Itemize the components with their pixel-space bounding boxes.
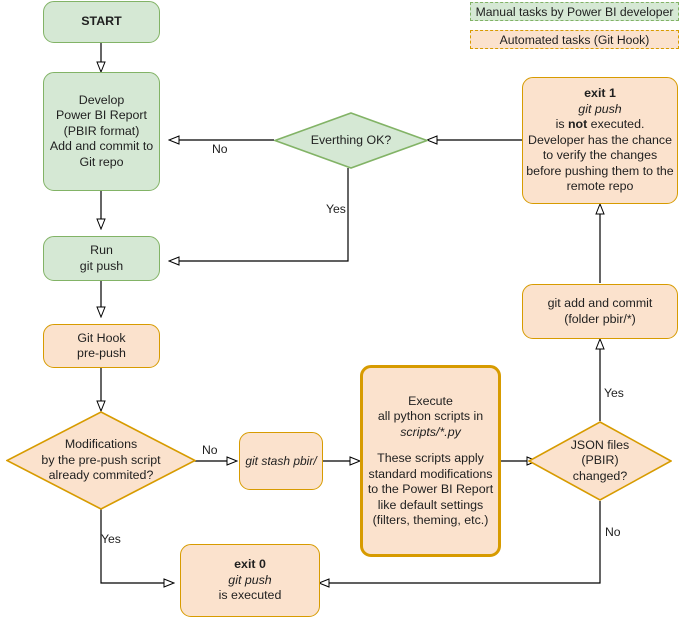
node-develop-report[interactable]: Develop Power BI Report (PBIR format) Ad… (43, 72, 160, 191)
node-exit-0[interactable]: exit 0 git push is executed (180, 544, 320, 617)
node-execute-line7: like default settings (377, 497, 484, 512)
node-run-git-push-label: Run git push (79, 243, 124, 273)
node-exit-1-title: exit 1 (584, 86, 616, 101)
node-execute-python-scripts[interactable]: Execute all python scripts in scripts/*.… (360, 365, 501, 557)
node-exit-0-title: exit 0 (234, 557, 266, 572)
node-execute-line2: all python scripts in (377, 409, 484, 423)
legend-label-automated: Automated tasks (Git Hook) (499, 32, 650, 47)
node-git-add-commit[interactable]: git add and commit (folder pbir/*) (522, 284, 678, 339)
legend-label-manual: Manual tasks by Power BI developer (475, 4, 674, 19)
node-start[interactable]: START (43, 1, 160, 43)
node-exit-1-line4: Developer has the chance (528, 132, 672, 147)
legend-item-manual: Manual tasks by Power BI developer (470, 2, 679, 21)
node-exit-1[interactable]: exit 1 git push is not executed. Develop… (522, 77, 678, 204)
edge-ok-yes-to-run (170, 168, 349, 261)
node-exit-0-line3: is executed (218, 588, 282, 603)
node-git-stash[interactable]: git stash pbir/ (239, 432, 323, 490)
node-execute-line6: to the Power BI Report (367, 482, 494, 496)
edge-label-ok-no: No (212, 142, 228, 156)
flowchart-canvas: Manual tasks by Power BI developer Autom… (0, 0, 681, 621)
edge-mod-yes-to-exit0 (100, 509, 173, 583)
node-exit-1-line3: is not executed. (555, 117, 645, 132)
edge-label-mod-no: No (202, 443, 218, 457)
node-develop-report-label: Develop Power BI Report (PBIR format) Ad… (49, 92, 154, 169)
node-json-files-changed-label: JSON files (PBIR) changed? (570, 437, 630, 483)
node-json-files-changed[interactable]: JSON files (PBIR) changed? (528, 421, 672, 501)
node-modifications-committed-label: Modifications by the pre-push script alr… (41, 437, 161, 483)
legend-item-automated: Automated tasks (Git Hook) (470, 30, 679, 49)
node-everything-ok-label: Everthing OK? (310, 132, 392, 147)
edge-label-mod-yes: Yes (101, 532, 121, 546)
node-execute-line1: Execute (408, 393, 453, 408)
edge-label-ok-yes: Yes (326, 202, 346, 216)
node-exit-1-cmd: git push (578, 101, 622, 116)
node-modifications-committed[interactable]: Modifications by the pre-push script alr… (6, 411, 196, 510)
node-git-add-commit-label: git add and commit (folder pbir/*) (547, 296, 653, 326)
node-git-hook-pre-push[interactable]: Git Hook pre-push (43, 324, 160, 368)
edge-label-json-yes: Yes (604, 386, 624, 400)
node-git-stash-label: git stash pbir/ (245, 453, 317, 468)
edge-label-json-no: No (605, 525, 621, 539)
node-exit-1-line6: before pushing them to the (526, 163, 674, 178)
node-execute-spacer (359, 440, 502, 451)
node-execute-line8: (filters, theming, etc.) (372, 513, 489, 527)
node-execute-line4: These scripts apply (377, 451, 484, 465)
node-execute-line5: standard modifications (368, 466, 493, 481)
node-execute-scripts-path: scripts/*.py (400, 424, 461, 439)
node-run-git-push[interactable]: Run git push (43, 236, 160, 281)
node-start-label: START (81, 14, 122, 29)
node-exit-1-line7: remote repo (566, 179, 634, 194)
node-exit-1-line5: to verify the changes (542, 148, 658, 163)
node-everything-ok[interactable]: Everthing OK? (274, 112, 428, 169)
node-git-hook-pre-push-label: Git Hook pre-push (77, 330, 126, 361)
node-exit-0-cmd: git push (228, 572, 272, 587)
